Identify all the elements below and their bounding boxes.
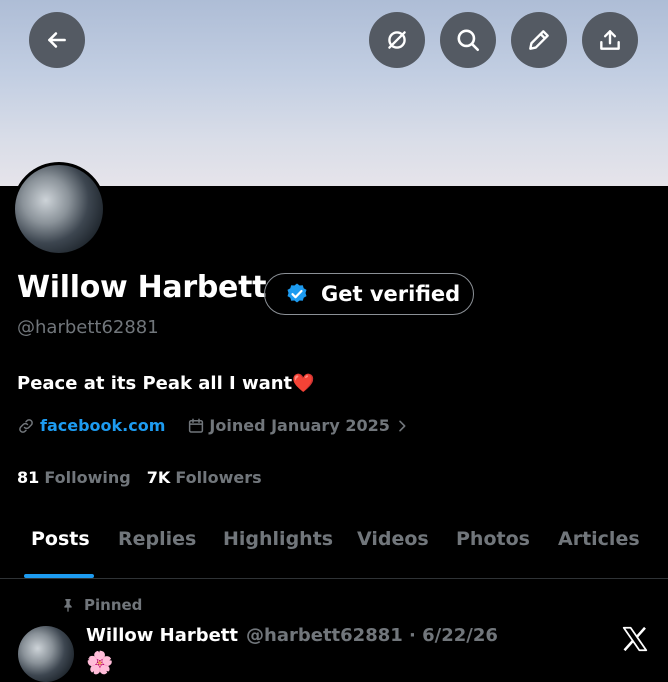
following-count: 81 <box>17 468 40 487</box>
profile-banner[interactable] <box>0 0 668 186</box>
share-button[interactable] <box>582 12 638 68</box>
back-arrow-icon <box>48 32 66 48</box>
pinned-label: Pinned <box>84 596 143 614</box>
tab-highlights[interactable]: Highlights <box>223 528 333 550</box>
followers-count: 7K <box>146 468 171 487</box>
tab-photos[interactable]: Photos <box>456 528 530 550</box>
chevron-right-icon <box>399 420 406 431</box>
profile-handle: @harbett62881 <box>17 317 159 338</box>
tab-replies[interactable]: Replies <box>118 528 196 550</box>
post-avatar[interactable] <box>18 626 74 682</box>
profile-stats: 81 Following 7K Followers <box>17 468 262 487</box>
grok-button[interactable] <box>369 12 425 68</box>
tabs-divider <box>0 578 668 579</box>
edit-button[interactable] <box>511 12 567 68</box>
get-verified-label: Get verified <box>321 282 461 306</box>
grok-icon <box>388 31 406 49</box>
calendar-icon <box>189 418 204 433</box>
following-stat[interactable]: 81 Following <box>17 468 131 487</box>
profile-name: Willow Harbett <box>17 270 267 305</box>
verified-check-icon <box>287 283 307 303</box>
followers-label: Followers <box>175 468 262 487</box>
profile-meta: facebook.com Joined January 2025 <box>17 416 410 435</box>
tab-articles[interactable]: Articles <box>558 528 640 550</box>
pinned-indicator: Pinned <box>60 596 142 614</box>
tab-posts[interactable]: Posts <box>31 528 90 550</box>
post-author-name[interactable]: Willow Harbett <box>86 625 238 646</box>
profile-tabs: Posts Replies Highlights Videos Photos A… <box>0 520 668 578</box>
profile-link[interactable]: facebook.com <box>40 416 165 435</box>
joined-date[interactable]: Joined January 2025 <box>209 416 389 435</box>
search-icon <box>457 29 480 52</box>
x-logo-icon[interactable] <box>620 624 650 654</box>
post-text: 🌸 <box>86 651 114 676</box>
link-icon <box>19 418 33 433</box>
tab-videos[interactable]: Videos <box>357 528 429 550</box>
profile-avatar[interactable] <box>12 162 106 256</box>
post-handle-date: @harbett62881 · 6/22/26 <box>246 625 498 646</box>
edit-pencil-icon <box>529 30 549 50</box>
share-icon <box>600 30 620 50</box>
following-label: Following <box>44 468 131 487</box>
get-verified-button[interactable]: Get verified <box>264 273 474 315</box>
post-header: Willow Harbett @harbett62881 · 6/22/26 <box>86 625 498 646</box>
followers-stat[interactable]: 7K Followers <box>147 468 262 487</box>
back-button[interactable] <box>29 12 85 68</box>
profile-bio: Peace at its Peak all I want❤️ <box>17 373 315 394</box>
search-button[interactable] <box>440 12 496 68</box>
pin-icon <box>64 599 72 612</box>
